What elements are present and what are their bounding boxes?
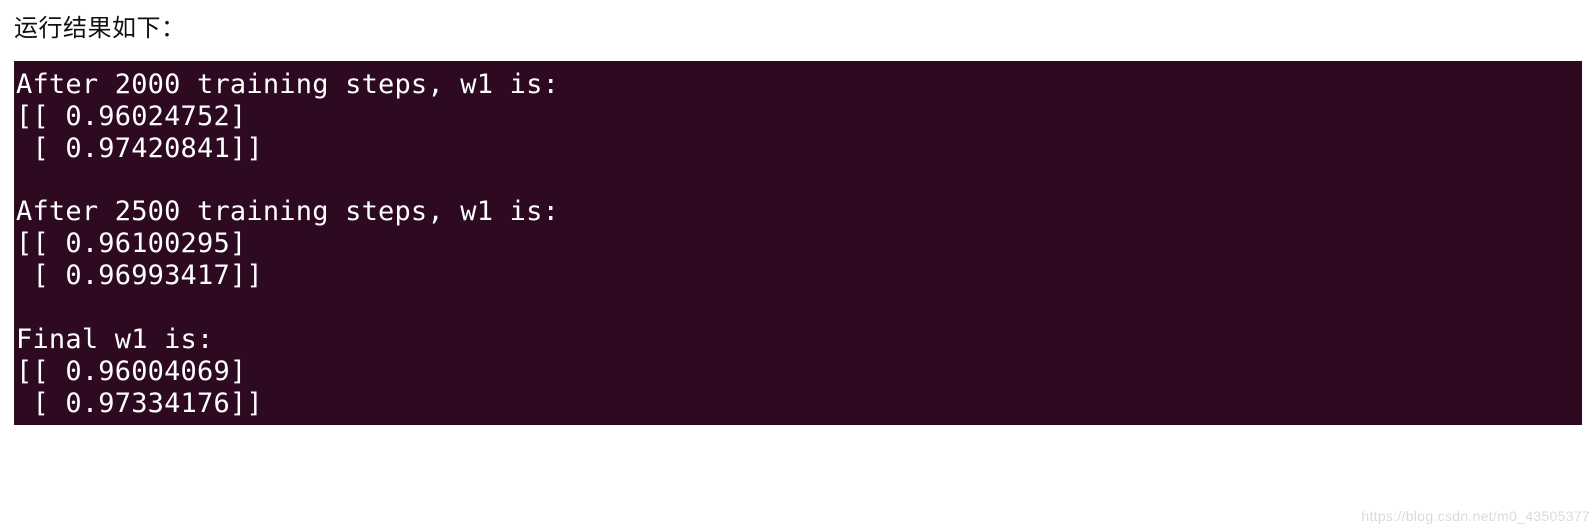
page-heading: 运行结果如下： — [14, 8, 1582, 43]
terminal-output: After 2000 training steps, w1 is: [[ 0.9… — [14, 61, 1582, 425]
terminal-text: After 2000 training steps, w1 is: [[ 0.9… — [16, 69, 1580, 419]
watermark-text: https://blog.csdn.net/m0_43505377 — [1361, 508, 1590, 524]
